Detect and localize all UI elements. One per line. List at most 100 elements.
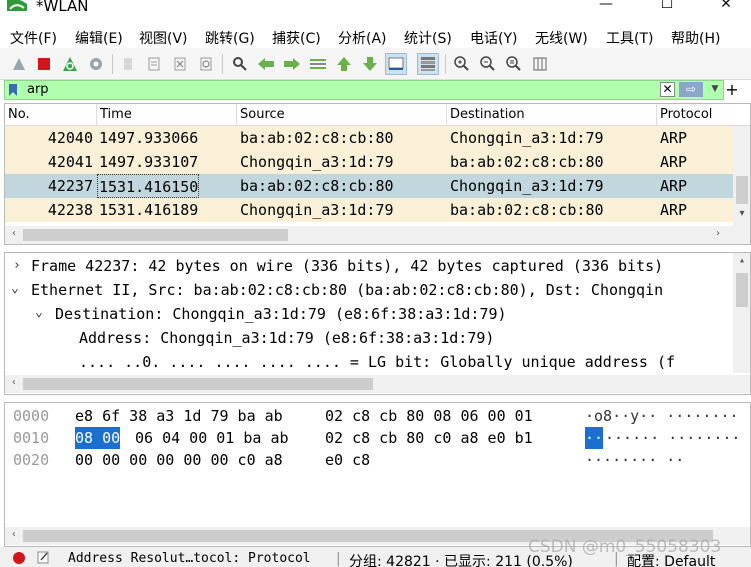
menu-analyze[interactable]: 分析(A): [338, 28, 387, 48]
apply-filter-icon[interactable]: ⇨: [679, 82, 703, 97]
scroll-right-icon[interactable]: ›: [711, 228, 725, 239]
menu-capture[interactable]: 捕获(C): [272, 28, 321, 48]
detail-lg-bit[interactable]: .... ..0. .... .... .... .... = LG bit: …: [79, 350, 675, 374]
first-packet-icon[interactable]: [333, 53, 355, 75]
scroll-left-icon[interactable]: ‹: [7, 377, 21, 388]
packet-source: ba:ab:02:c8:cb:80: [240, 129, 394, 147]
detail-destination[interactable]: Destination: Chongqin_a3:1d:79 (e8:6f:38…: [55, 302, 507, 326]
collapse-chevron-down-icon[interactable]: ⌄: [11, 281, 19, 296]
menu-view[interactable]: 视图(V): [139, 28, 188, 48]
zoom-in-icon[interactable]: [451, 53, 473, 75]
scroll-down-icon[interactable]: ▾: [735, 208, 749, 219]
menu-file[interactable]: 文件(F): [10, 28, 57, 48]
hex-ascii[interactable]: ········ ··: [585, 449, 684, 471]
stop-capture-icon[interactable]: [33, 53, 55, 75]
scroll-left-icon[interactable]: ‹: [7, 529, 21, 540]
hex-bytes-highlighted[interactable]: 08 00: [75, 427, 121, 449]
collapse-chevron-down-icon[interactable]: ⌄: [35, 305, 43, 320]
detail-frame[interactable]: Frame 42237: 42 bytes on wire (336 bits)…: [31, 254, 663, 278]
packet-list-vertical-scrollbar[interactable]: ▾: [733, 126, 750, 226]
hex-bytes[interactable]: 02 c8 cb 80 c0 a8 e0 b1: [325, 427, 533, 449]
zoom-out-icon[interactable]: [477, 53, 499, 75]
packet-row[interactable]: 42040 1497.933066 ba:ab:02:c8:cb:80 Chon…: [5, 126, 733, 150]
menu-go[interactable]: 跳转(G): [205, 28, 255, 48]
scrollbar-thumb[interactable]: [23, 229, 288, 241]
hex-bytes[interactable]: 00 00 00 00 00 00 c0 a8: [75, 449, 283, 471]
start-capture-icon[interactable]: [8, 53, 30, 75]
window-title: *WLAN: [36, 0, 89, 15]
column-header-destination[interactable]: Destination: [447, 104, 657, 126]
go-to-packet-icon[interactable]: [307, 53, 329, 75]
packet-time: 1497.933066: [99, 129, 199, 147]
packet-destination: ba:ab:02:c8:cb:80: [450, 201, 604, 219]
hex-ascii[interactable]: ······ ········: [605, 427, 740, 449]
menu-statistics[interactable]: 统计(S): [404, 28, 452, 48]
go-back-icon[interactable]: [255, 53, 277, 75]
edit-comment-icon[interactable]: [36, 550, 50, 564]
close-file-icon[interactable]: [169, 53, 191, 75]
expand-chevron-right-icon[interactable]: ›: [13, 258, 21, 273]
add-filter-button[interactable]: +: [725, 80, 739, 100]
hex-offset: 0000: [13, 407, 50, 425]
column-header-protocol[interactable]: Protocol: [657, 104, 750, 126]
hex-bytes[interactable]: 02 c8 cb 80 08 06 00 01: [325, 405, 533, 427]
packet-row-selected[interactable]: 42237 1531.416150 ba:ab:02:c8:cb:80 Chon…: [5, 174, 733, 198]
last-packet-icon[interactable]: [359, 53, 381, 75]
hex-bytes[interactable]: e0 c8: [325, 449, 370, 471]
find-packet-icon[interactable]: [229, 53, 251, 75]
go-forward-icon[interactable]: [281, 53, 303, 75]
scrollbar-thumb[interactable]: [736, 176, 748, 204]
packet-row[interactable]: 42041 1497.933107 Chongqin_a3:1d:79 ba:a…: [5, 150, 733, 174]
packet-protocol: ARP: [660, 201, 688, 219]
close-button[interactable]: ✕: [716, 0, 736, 14]
clear-filter-icon[interactable]: ✕: [660, 82, 675, 97]
restart-capture-icon[interactable]: [59, 53, 81, 75]
bookmark-icon[interactable]: [8, 83, 18, 97]
capture-status-icon[interactable]: [12, 551, 26, 565]
packet-destination: Chongqin_a3:1d:79: [450, 129, 604, 147]
detail-address[interactable]: Address: Chongqin_a3:1d:79 (e8:6f:38:a3:…: [79, 326, 494, 350]
menu-help[interactable]: 帮助(H): [671, 28, 720, 48]
menu-wireless[interactable]: 无线(W): [535, 28, 588, 48]
filter-history-dropdown-icon[interactable]: ▼: [708, 82, 722, 97]
column-header-source[interactable]: Source: [237, 104, 447, 126]
save-file-icon[interactable]: [143, 53, 165, 75]
details-horizontal-scrollbar[interactable]: ‹: [5, 375, 750, 393]
packet-row[interactable]: 42238 1531.416189 Chongqin_a3:1d:79 ba:a…: [5, 198, 733, 222]
detail-ethernet[interactable]: Ethernet II, Src: ba:ab:02:c8:cb:80 (ba:…: [31, 278, 663, 302]
toolbar-separator: [112, 54, 113, 74]
scrollbar-thumb[interactable]: [736, 273, 748, 307]
hex-ascii-highlighted[interactable]: ··: [585, 427, 604, 449]
scrollbar-thumb[interactable]: [23, 378, 373, 390]
reload-file-icon[interactable]: [195, 53, 217, 75]
open-file-icon[interactable]: [117, 53, 139, 75]
packet-list-horizontal-scrollbar[interactable]: ‹ ›: [5, 226, 750, 244]
hex-bytes[interactable]: e8 6f 38 a3 1d 79 ba ab: [75, 405, 283, 427]
scroll-up-icon[interactable]: ▴: [735, 255, 749, 266]
packet-destination: ba:ab:02:c8:cb:80: [450, 153, 604, 171]
menu-telephony[interactable]: 电话(Y): [470, 28, 517, 48]
packet-time: 1497.933107: [99, 153, 199, 171]
auto-scroll-icon[interactable]: [385, 53, 407, 75]
resize-columns-icon[interactable]: [529, 53, 551, 75]
status-field-info: Address Resolut…tocol: Protocol: [68, 551, 311, 566]
column-header-time[interactable]: Time: [97, 104, 237, 126]
maximize-button[interactable]: ☐: [657, 0, 677, 14]
details-vertical-scrollbar[interactable]: ▴: [733, 253, 750, 373]
packet-no: 42237: [47, 177, 93, 195]
packet-source: Chongqin_a3:1d:79: [240, 201, 394, 219]
colorize-icon[interactable]: [417, 53, 439, 75]
capture-options-icon[interactable]: [85, 53, 107, 75]
scroll-left-icon[interactable]: ‹: [7, 228, 21, 239]
minimize-button[interactable]: —: [596, 0, 616, 14]
menu-tools[interactable]: 工具(T): [606, 28, 653, 48]
hex-bytes[interactable]: 06 04 00 01 ba ab: [135, 427, 289, 449]
packet-no: 42041: [47, 153, 93, 171]
packet-list-header: No. Time Source Destination Protocol: [5, 104, 750, 126]
hex-ascii[interactable]: ·o8··y·· ········: [585, 405, 739, 427]
menu-edit[interactable]: 编辑(E): [75, 28, 123, 48]
column-header-no[interactable]: No.: [5, 104, 97, 126]
packet-destination: Chongqin_a3:1d:79: [450, 177, 604, 195]
display-filter-input[interactable]: arp: [27, 82, 49, 97]
normal-size-icon[interactable]: [503, 53, 525, 75]
